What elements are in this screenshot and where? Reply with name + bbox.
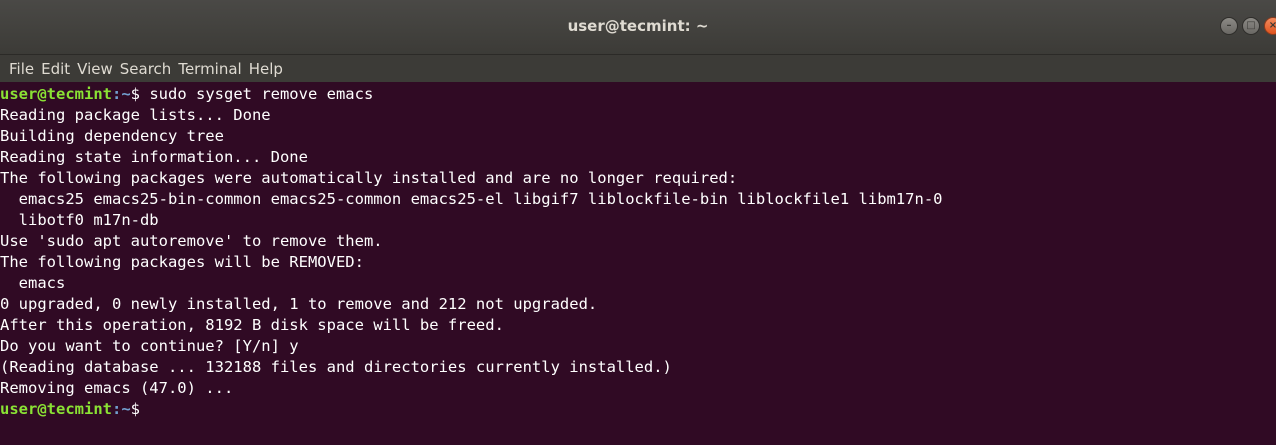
menu-view[interactable]: View	[77, 60, 113, 78]
output-line: Building dependency tree	[0, 127, 224, 145]
output-line: Reading package lists... Done	[0, 106, 271, 124]
close-icon: ×	[1268, 20, 1276, 31]
close-button[interactable]: ×	[1264, 17, 1276, 35]
terminal-output[interactable]: user@tecmint:~$ sudo sysget remove emacs…	[0, 82, 1276, 445]
maximize-icon: □	[1246, 20, 1256, 31]
prompt-symbol: $	[130, 400, 140, 418]
menu-terminal[interactable]: Terminal	[178, 60, 241, 78]
window-controls: – □ ×	[1220, 17, 1276, 35]
minimize-icon: –	[1226, 20, 1232, 31]
terminal-window: user@tecmint: ~ – □ × File Edit View Sea…	[0, 0, 1276, 445]
output-line: Use 'sudo apt autoremove' to remove them…	[0, 232, 383, 250]
output-line: Do you want to continue? [Y/n] y	[0, 337, 299, 355]
menu-file[interactable]: File	[9, 60, 34, 78]
output-line: After this operation, 8192 B disk space …	[0, 316, 504, 334]
output-line: 0 upgraded, 0 newly installed, 1 to remo…	[0, 295, 598, 313]
menu-edit[interactable]: Edit	[41, 60, 70, 78]
prompt-path: :~	[111, 85, 131, 103]
maximize-button[interactable]: □	[1242, 17, 1260, 35]
output-line: emacs25 emacs25-bin-common emacs25-commo…	[0, 190, 943, 208]
output-line: (Reading database ... 132188 files and d…	[0, 358, 672, 376]
prompt-user: user@tecmint	[0, 85, 112, 103]
menu-search[interactable]: Search	[120, 60, 172, 78]
final-prompt-line: user@tecmint:~$	[0, 399, 140, 420]
command-line: user@tecmint:~$ sudo sysget remove emacs	[0, 84, 373, 105]
output-line: libotf0 m17n-db	[0, 211, 159, 229]
output-line: Removing emacs (47.0) ...	[0, 379, 234, 397]
output-line: The following packages were automaticall…	[0, 169, 738, 187]
output-line: Reading state information... Done	[0, 148, 308, 166]
prompt-user: user@tecmint	[0, 400, 112, 418]
prompt-symbol: $	[130, 85, 140, 103]
menu-help[interactable]: Help	[249, 60, 283, 78]
prompt-path: :~	[111, 400, 131, 418]
minimize-button[interactable]: –	[1220, 17, 1238, 35]
output-line: emacs	[0, 274, 66, 292]
output-line: The following packages will be REMOVED:	[0, 253, 364, 271]
menu-bar: File Edit View Search Terminal Help	[0, 55, 1276, 82]
command-text: sudo sysget remove emacs	[140, 85, 374, 103]
window-title: user@tecmint: ~	[567, 17, 709, 35]
title-bar[interactable]: user@tecmint: ~ – □ ×	[0, 0, 1276, 55]
